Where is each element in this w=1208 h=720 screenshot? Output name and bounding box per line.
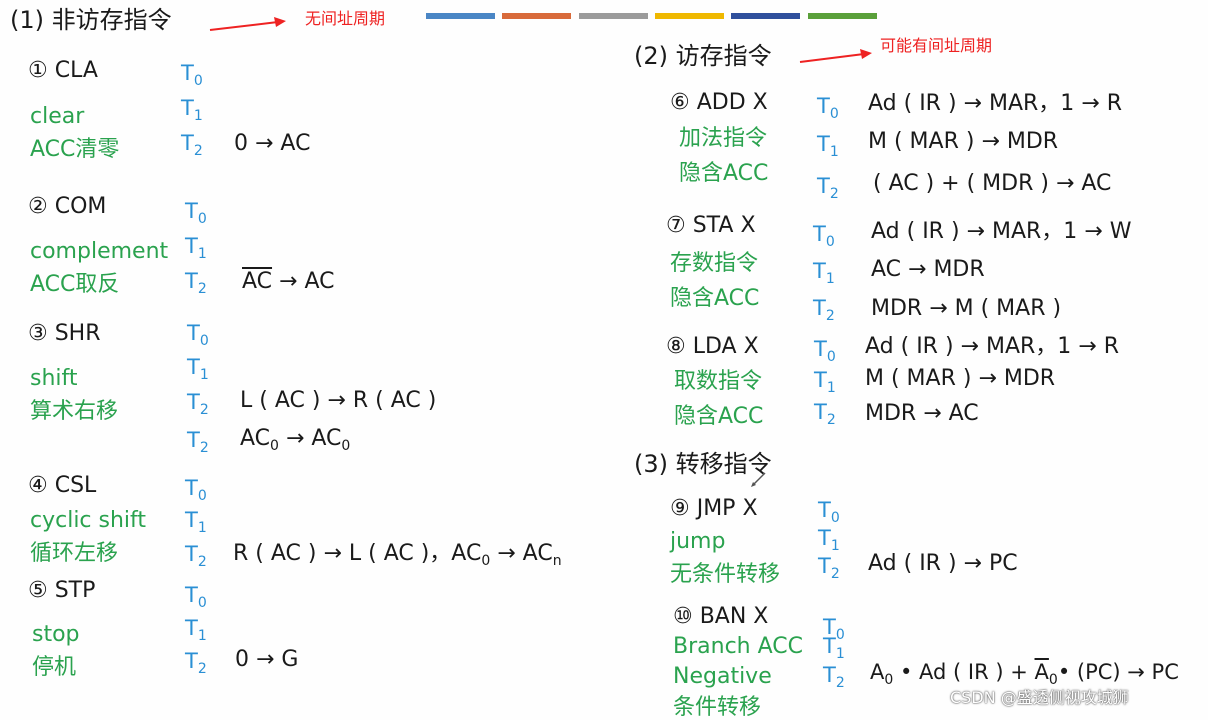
sta-chinese-1: 存数指令 (670, 251, 759, 276)
watermark: CSDN @盛透侧视攻城狮 (950, 688, 1129, 707)
cla-t2: T2 (181, 131, 203, 159)
lda-operation-0: Ad ( IR ) → MAR，1 → R (865, 334, 1119, 359)
section-title-memory: (2) 访存指令 (634, 42, 772, 70)
shr-t0: T0 (187, 321, 209, 349)
csl-heading: ④ CSL (28, 473, 97, 498)
csl-chinese: 循环左移 (30, 541, 119, 566)
stp-t2: T2 (185, 649, 207, 677)
sta-t2: T2 (813, 296, 835, 324)
jmp-t1: T1 (818, 526, 840, 554)
stp-operation: 0 → G (235, 647, 299, 672)
cla-chinese: ACC清零 (30, 137, 120, 162)
csl-english: cyclic shift (30, 508, 147, 533)
shr-operation-1: L ( AC ) → R ( AC ) (240, 388, 437, 413)
add-heading: ⑥ ADD X (670, 90, 768, 115)
color-bar (426, 13, 495, 19)
sta-t1: T1 (813, 259, 835, 287)
red-arrow-icon (799, 49, 872, 63)
shr-t2-second: T2 (187, 428, 209, 456)
stp-heading: ⑤ STP (28, 578, 96, 603)
add-t2: T2 (817, 174, 839, 202)
add-operation-2: ( AC ) + ( MDR ) → AC (873, 171, 1112, 196)
sta-operation-1: AC → MDR (871, 257, 985, 282)
shr-t2: T2 (187, 390, 209, 418)
csl-t1: T1 (185, 508, 207, 536)
lda-chinese-1: 取数指令 (674, 369, 763, 394)
ban-heading: ⑩ BAN X (673, 604, 769, 629)
csl-operation: R ( AC ) → L ( AC )，AC0 → ACn (233, 541, 562, 569)
add-operation-0: Ad ( IR ) → MAR，1 → R (868, 91, 1122, 116)
sta-operation-0: Ad ( IR ) → MAR，1 → W (871, 219, 1132, 244)
shr-operation-2: AC0 → AC0 (240, 426, 351, 454)
color-bar (579, 13, 648, 19)
lda-t1: T1 (814, 368, 836, 396)
jmp-english: jump (670, 529, 726, 554)
csl-t2: T2 (185, 542, 207, 570)
note-no-indirect: 无间址周期 (305, 9, 386, 28)
sta-heading: ⑦ STA X (666, 213, 756, 238)
color-bar (502, 13, 571, 19)
add-t1: T1 (817, 132, 839, 160)
note-may-indirect: 可能有间址周期 (880, 36, 993, 55)
com-operation: AC → AC (242, 269, 335, 294)
cla-heading: ① CLA (28, 58, 98, 83)
shr-t1: T1 (187, 355, 209, 383)
color-bar (731, 13, 800, 19)
com-t1: T1 (185, 234, 207, 262)
sta-chinese-2: 隐含ACC (670, 286, 760, 311)
ban-t2: T2 (823, 663, 845, 691)
com-chinese: ACC取反 (30, 272, 120, 297)
jmp-operation: Ad ( IR ) → PC (868, 551, 1018, 576)
lda-t2: T2 (814, 400, 836, 428)
color-bar (808, 13, 877, 19)
cla-operation: 0 → AC (234, 131, 311, 156)
sta-operation-2: MDR → M ( MAR ) (871, 296, 1062, 321)
cla-t0: T0 (181, 61, 203, 89)
section-title-non-memory: (1) 非访存指令 (10, 6, 172, 34)
jmp-t0: T0 (818, 498, 840, 526)
color-bar (655, 13, 724, 19)
lda-operation-2: MDR → AC (865, 401, 979, 426)
shr-chinese: 算术右移 (30, 399, 119, 424)
jmp-heading: ⑨ JMP X (670, 496, 758, 521)
red-arrow-icon (209, 17, 286, 31)
stp-t1: T1 (185, 616, 207, 644)
shr-heading: ③ SHR (28, 321, 101, 346)
com-t2: T2 (185, 269, 207, 297)
ban-t1: T1 (823, 634, 845, 662)
ban-chinese: 条件转移 (673, 695, 762, 720)
stp-english: stop (32, 622, 80, 647)
jmp-t2: T2 (818, 554, 840, 582)
pen-cursor-icon (751, 472, 766, 487)
ban-english-2: Negative (673, 664, 772, 689)
lda-chinese-2: 隐含ACC (674, 404, 764, 429)
lda-t0: T0 (814, 337, 836, 365)
cla-t1: T1 (181, 96, 203, 124)
csl-t0: T0 (185, 476, 207, 504)
lda-operation-1: M ( MAR ) → MDR (865, 366, 1056, 391)
com-heading: ② COM (28, 194, 107, 219)
add-operation-1: M ( MAR ) → MDR (868, 129, 1059, 154)
add-chinese-1: 加法指令 (679, 126, 768, 151)
cla-english: clear (30, 104, 85, 129)
add-chinese-2: 隐含ACC (679, 161, 769, 186)
com-english: complement (30, 239, 169, 264)
ban-operation: A0 • Ad ( IR ) + A0• (PC) → PC (870, 660, 1179, 688)
ban-english-1: Branch ACC (673, 634, 803, 659)
shr-english: shift (30, 366, 78, 391)
lda-heading: ⑧ LDA X (666, 334, 759, 359)
com-t0: T0 (185, 199, 207, 227)
stp-chinese: 停机 (32, 655, 77, 680)
jmp-chinese: 无条件转移 (670, 562, 781, 587)
add-t0: T0 (817, 94, 839, 122)
sta-t0: T0 (813, 222, 835, 250)
stp-t0: T0 (185, 583, 207, 611)
